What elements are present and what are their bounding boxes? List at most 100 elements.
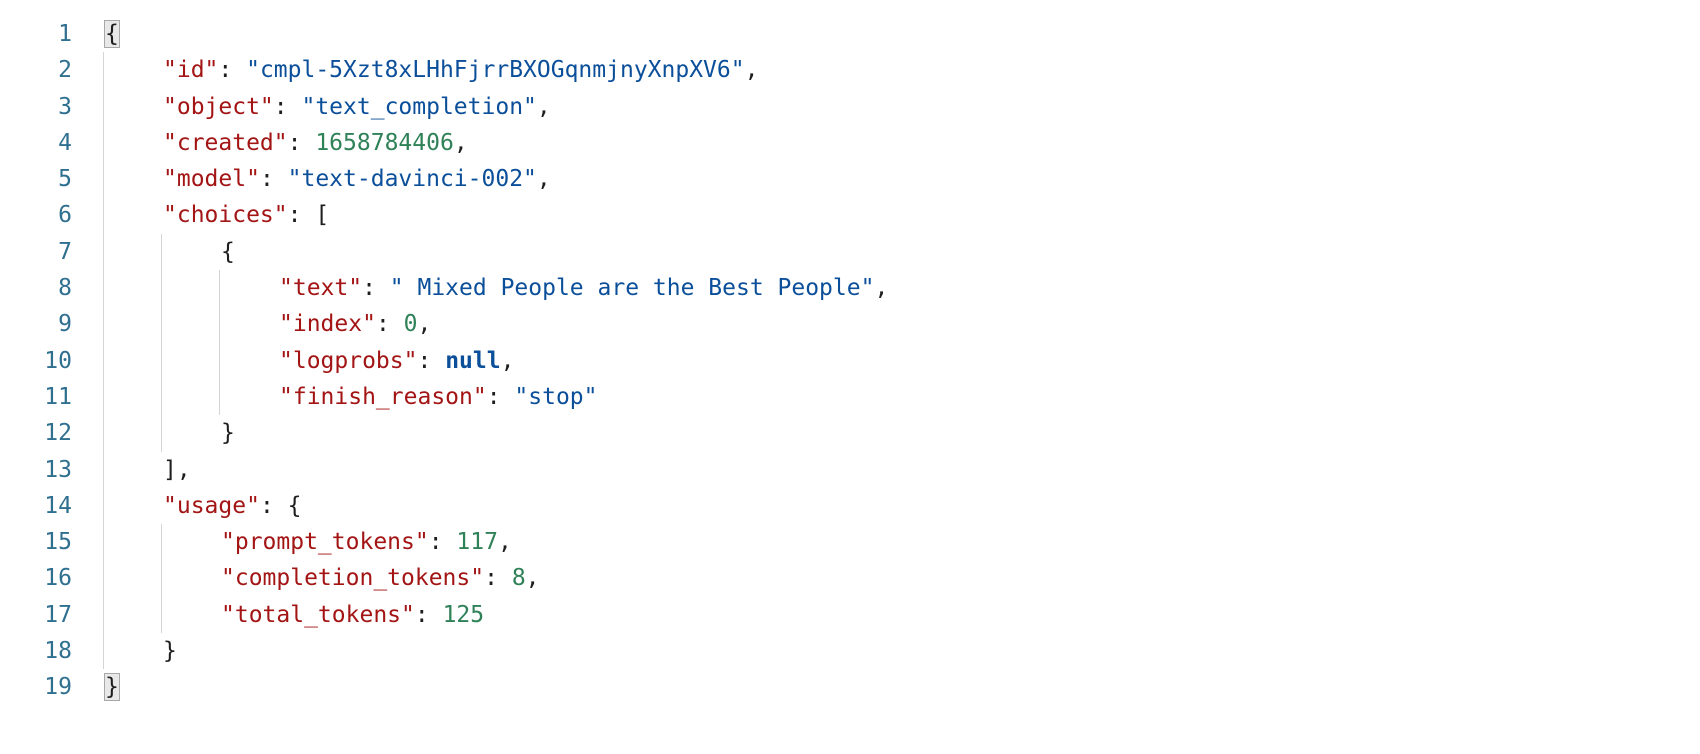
- line-number: 17: [44, 601, 72, 628]
- json-key: "logprobs": [279, 347, 418, 374]
- indent-guide: [103, 270, 104, 307]
- code-line[interactable]: 15 "prompt_tokens": 117,: [0, 524, 1700, 561]
- json-number-value: 8: [511, 565, 526, 592]
- code-line[interactable]: 10 "logprobs": null,: [0, 342, 1700, 379]
- line-number: 19: [44, 674, 72, 701]
- line-number: 3: [58, 93, 72, 120]
- json-key: "finish_reason": [279, 383, 487, 410]
- line-number: 18: [44, 638, 72, 665]
- indent-guide: [219, 270, 220, 307]
- line-number: 5: [58, 166, 72, 193]
- line-number: 4: [58, 129, 72, 156]
- line-number: 14: [44, 492, 72, 519]
- code-text: }: [221, 415, 235, 451]
- json-punctuation: :: [218, 57, 247, 84]
- code-line[interactable]: 17 "total_tokens": 125: [0, 596, 1700, 634]
- json-key: "id": [163, 57, 219, 84]
- code-line[interactable]: 5 "model": "text-davinci-002",: [0, 161, 1700, 198]
- line-number: 15: [44, 529, 72, 556]
- json-string-value: " Mixed People are the Best People": [389, 275, 875, 302]
- indent-guide: [103, 487, 104, 525]
- json-punctuation: :: [417, 347, 446, 374]
- code-line[interactable]: 11 "finish_reason": "stop": [0, 378, 1700, 416]
- code-text: ],: [163, 452, 191, 488]
- json-key: "usage": [163, 492, 260, 519]
- line-number: 13: [44, 456, 72, 483]
- json-punctuation: ,: [417, 311, 432, 338]
- line-number: 8: [58, 275, 72, 302]
- json-number-value: 0: [403, 311, 418, 338]
- json-punctuation: :: [273, 93, 302, 120]
- line-number: 10: [44, 347, 72, 374]
- line-number: 9: [58, 311, 72, 338]
- code-line[interactable]: 6 "choices": [: [0, 197, 1700, 234]
- json-punctuation: :: [428, 529, 457, 556]
- indent-guide: [103, 306, 104, 343]
- json-string-value: "cmpl-5Xzt8xLHhFjrrBXOGqnmjnyXnpXV6": [246, 57, 745, 84]
- code-line[interactable]: 18}: [0, 633, 1700, 670]
- json-key: "prompt_tokens": [221, 529, 429, 556]
- json-editor[interactable]: 1{2 "id": "cmpl-5Xzt8xLHhFjrrBXOGqnmjnyXn…: [0, 16, 1700, 706]
- json-punctuation: :: [259, 166, 288, 193]
- indent-guide: [103, 88, 104, 125]
- indent-guide: [161, 560, 162, 597]
- code-line[interactable]: 1{: [0, 16, 1700, 52]
- json-punctuation: {: [221, 238, 235, 265]
- json-punctuation: :: [287, 129, 316, 156]
- code-text: "id": "cmpl-5Xzt8xLHhFjrrBXOGqnmjnyXnpXV…: [163, 52, 758, 88]
- json-punctuation: ],: [163, 456, 191, 483]
- code-line[interactable]: 7{: [0, 233, 1700, 271]
- code-line[interactable]: 9 "index": 0,: [0, 306, 1700, 343]
- code-line[interactable]: 16 "completion_tokens": 8,: [0, 560, 1700, 597]
- code-line[interactable]: 4 "created": 1658784406,: [0, 124, 1700, 162]
- indent-guide: [219, 342, 220, 379]
- json-punctuation: : [: [287, 202, 330, 229]
- indent-guide: [103, 524, 104, 561]
- code-text: "usage": {: [163, 488, 301, 524]
- code-text: }: [163, 633, 177, 669]
- json-punctuation: }: [163, 638, 177, 665]
- indent-guide: [161, 596, 162, 634]
- json-punctuation: :: [362, 275, 390, 302]
- json-key: "created": [163, 129, 288, 156]
- json-key: "total_tokens": [221, 601, 415, 628]
- code-line[interactable]: 19}: [0, 669, 1700, 705]
- json-key: "choices": [163, 202, 288, 229]
- line-number: 2: [58, 57, 72, 84]
- code-line[interactable]: 12}: [0, 415, 1700, 452]
- json-key: "index": [279, 311, 376, 338]
- json-punctuation: :: [375, 311, 404, 338]
- code-text: "created": 1658784406,: [163, 125, 468, 161]
- code-line[interactable]: 14 "usage": {: [0, 487, 1700, 525]
- indent-guide: [103, 342, 104, 379]
- code-text: "index": 0,: [279, 306, 431, 342]
- code-text: "model": "text-davinci-002",: [163, 161, 551, 197]
- line-number: 12: [44, 420, 72, 447]
- code-text: "object": "text_completion",: [163, 89, 551, 125]
- json-number-value: 117: [456, 529, 498, 556]
- line-number: 6: [58, 202, 72, 229]
- line-number: 16: [44, 565, 72, 592]
- json-punctuation: ,: [497, 529, 512, 556]
- json-string-value: "text-davinci-002": [287, 166, 537, 193]
- indent-guide: [103, 124, 104, 162]
- json-key: "completion_tokens": [221, 565, 485, 592]
- code-text: "total_tokens": 125: [221, 597, 484, 633]
- code-text: {: [104, 16, 120, 52]
- indent-guide: [103, 378, 104, 416]
- indent-guide: [161, 233, 162, 271]
- code-text: "logprobs": null,: [279, 343, 514, 379]
- line-number: 1: [58, 21, 72, 47]
- json-punctuation: ,: [536, 93, 551, 120]
- indent-guide: [161, 306, 162, 343]
- code-line[interactable]: 3 "object": "text_completion",: [0, 88, 1700, 125]
- json-punctuation: ,: [500, 347, 515, 374]
- indent-guide: [161, 415, 162, 452]
- code-line[interactable]: 8 "text": " Mixed People are the Best Peo…: [0, 270, 1700, 307]
- line-number: 11: [44, 383, 72, 410]
- code-text: "choices": [: [163, 197, 329, 233]
- code-text: "finish_reason": "stop": [279, 379, 598, 415]
- indent-guide: [103, 197, 104, 234]
- code-line[interactable]: 13],: [0, 451, 1700, 488]
- code-line[interactable]: 2 "id": "cmpl-5Xzt8xLHhFjrrBXOGqnmjnyXnpX…: [0, 52, 1700, 89]
